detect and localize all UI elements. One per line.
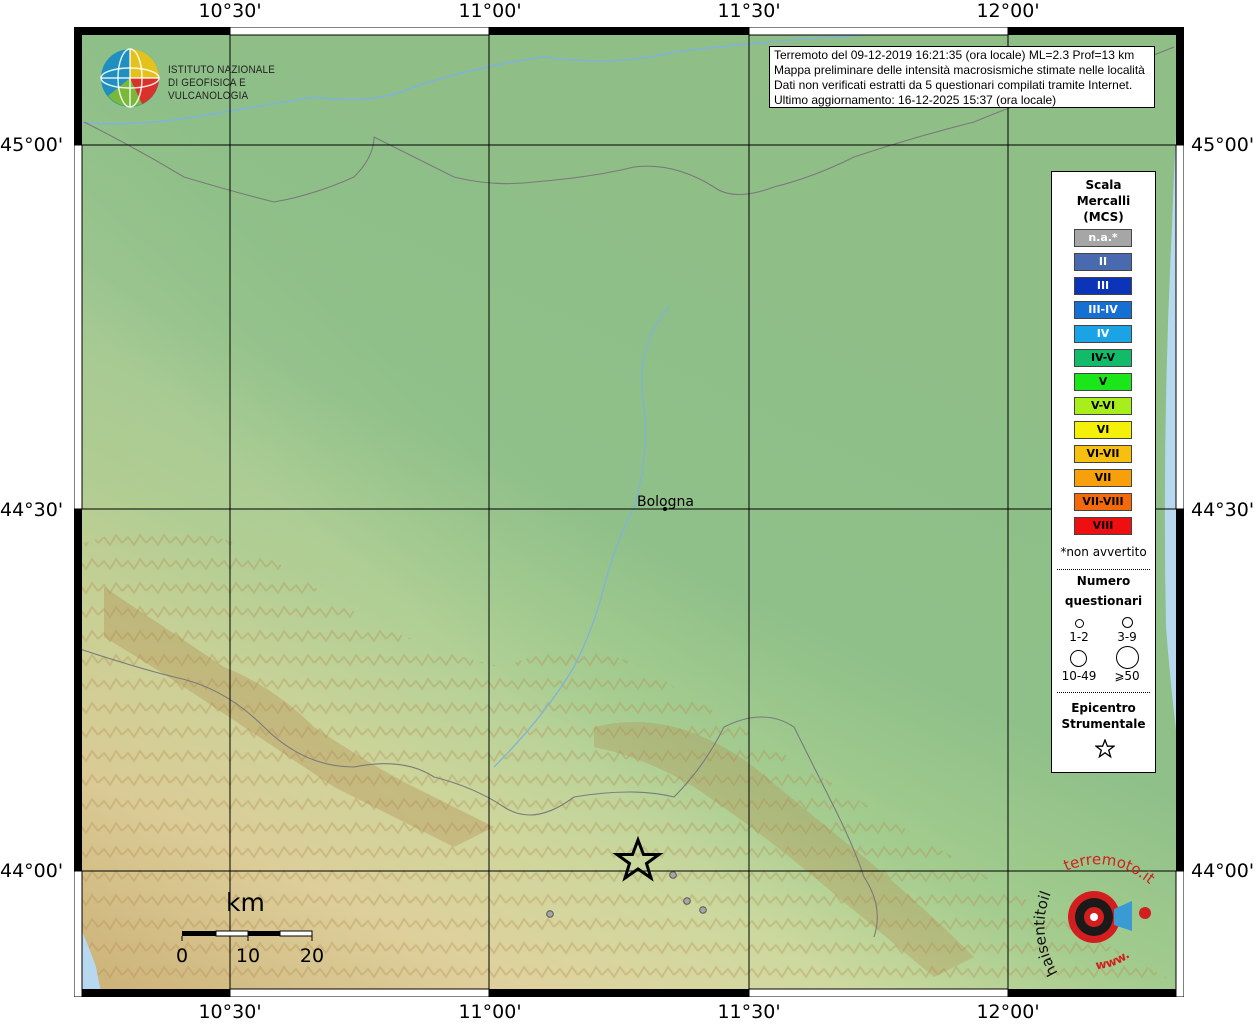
scale-bar-tick-0: 0 [175,945,189,967]
legend-note: *non avvertito [1060,545,1147,559]
legend-intensity-3: III-IV [1074,301,1132,319]
city-label-bologna: Bologna [637,494,694,510]
lon-label-bottom-1130: 11°30' [717,1001,781,1023]
legend-intensity-1: II [1074,253,1132,271]
hsit-text-2: terremoto.it [1061,855,1158,888]
count-circle-50plus [1116,646,1139,669]
lon-label-bottom-1100: 11°00' [458,1001,522,1023]
legend-separator [1057,569,1150,570]
scale-bar-tick-20: 20 [299,945,325,967]
legend-epicenter-title-2: Strumentale [1061,717,1146,731]
lon-label-top-1030: 10°30' [198,0,262,22]
legend-title: Scala Mercalli (MCS) [1052,177,1155,225]
lat-label-left-4400: 44°00' [0,860,64,882]
lon-label-top-1100: 11°00' [458,0,522,22]
info-line-event: Terremoto del 09-12-2019 16:21:35 (ora l… [774,48,1135,62]
legend-intensity-11: VII-VIII [1074,493,1132,511]
hsit-logo-text: haisentitoil terremoto.it www. [1030,855,1158,980]
lon-label-bottom-1030: 10°30' [198,1001,262,1023]
info-line-last-update: Ultimo aggiornamento: 16-12-2025 15:37 (… [774,93,1057,107]
count-circle-10-49 [1070,650,1087,667]
intensity-map[interactable] [74,27,1184,997]
legend-epicenter-title-1: Epicentro [1071,701,1136,715]
hsit-text-1: haisentitoil [1030,889,1061,980]
count-circle-3-9 [1122,617,1133,628]
lon-label-top-1200: 12°00' [976,0,1040,22]
legend-count-title-2: questionari [1064,594,1143,608]
legend-intensity-10: VII [1074,469,1132,487]
lat-label-right-4400: 44°00' [1191,860,1255,882]
legend-title-line2: Mercalli [1076,194,1131,208]
count-label-10-49: 10-49 [1061,669,1097,683]
earthquake-info-box: Terremoto del 09-12-2019 16:21:35 (ora l… [769,46,1155,108]
questionnaire-point[interactable] [683,897,691,905]
legend-intensity-0: n.a.* [1074,229,1132,247]
lat-label-right-4430: 44°30' [1191,499,1255,521]
count-circle-1-2 [1075,619,1084,628]
questionnaire-point[interactable] [546,910,554,918]
legend-panel: Scala Mercalli (MCS) n.a.* II III III-IV IV I… [1051,171,1156,773]
count-label-50plus: ⩾50 [1114,669,1140,683]
globe-icon [100,48,160,108]
legend-intensity-7: V-VI [1074,397,1132,415]
lat-label-left-4500: 45°00' [0,134,64,156]
ingv-logo-line2: DI GEOFISICA E VULCANOLOGIA [168,77,249,102]
questionnaire-point[interactable] [669,871,677,879]
legend-intensity-4: IV [1074,325,1132,343]
legend-intensity-2: III [1074,277,1132,295]
ingv-logo-text: ISTITUTO NAZIONALE DI GEOFISICA E VULCAN… [168,64,303,103]
ingv-logo: ISTITUTO NAZIONALE DI GEOFISICA E VULCAN… [98,46,318,110]
legend-title-line3: (MCS) [1083,210,1124,224]
info-line-data-source: Dati non verificati estratti da 5 questi… [774,78,1133,92]
hsit-text-3: www. [1095,948,1132,973]
lon-label-top-1130: 11°30' [717,0,781,22]
legend-intensity-9: VI-VII [1074,445,1132,463]
count-label-3-9: 3-9 [1117,630,1137,644]
lon-label-bottom-1200: 12°00' [976,1001,1040,1023]
scale-bar-unit: km [226,888,265,917]
legend-count-title-1: Numero [1076,574,1131,588]
count-label-1-2: 1-2 [1069,630,1089,644]
legend-title-line1: Scala [1085,178,1122,192]
legend-intensity-5: IV-V [1074,349,1132,367]
legend-separator-2 [1057,692,1150,693]
legend-star-icon [1095,739,1115,759]
questionnaire-point[interactable] [699,906,707,914]
scale-bar-tick-10: 10 [235,945,261,967]
legend-intensity-6: V [1074,373,1132,391]
lat-label-left-4430: 44°30' [0,499,64,521]
legend-intensity-12: VIII [1074,517,1132,535]
legend-intensity-8: VI [1074,421,1132,439]
ingv-logo-line1: ISTITUTO NAZIONALE [168,64,276,76]
info-line-map-description: Mappa preliminare delle intensità macros… [774,63,1145,77]
lat-label-right-4500: 45°00' [1191,134,1255,156]
